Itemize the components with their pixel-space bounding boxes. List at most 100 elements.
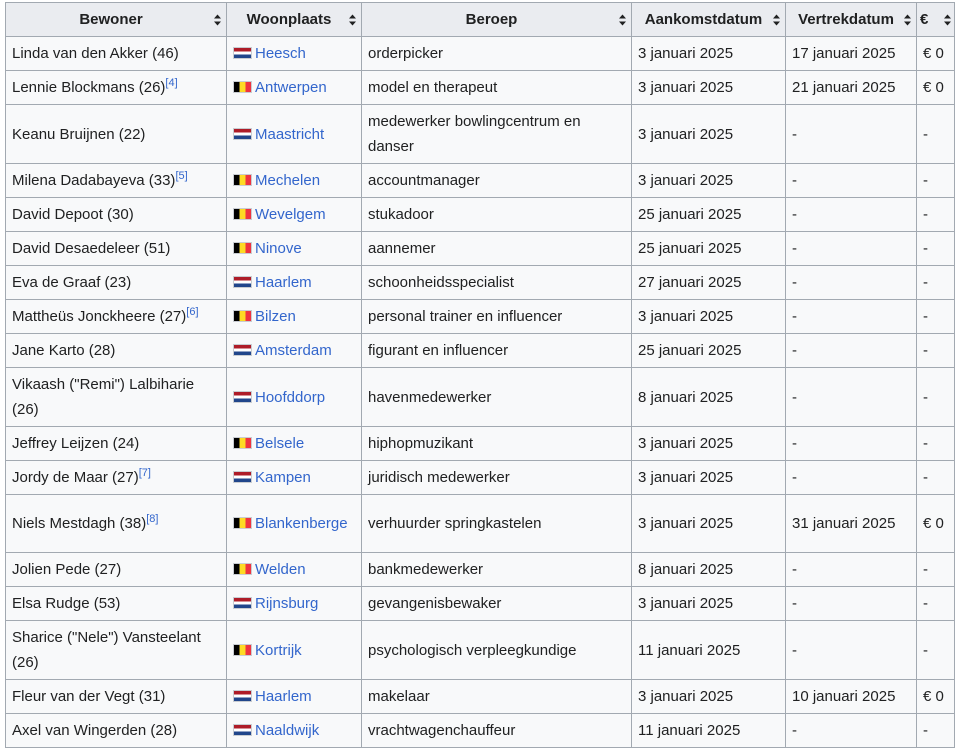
table-row: Niels Mestdagh (38)[8] Blankenberge verhuu… bbox=[5, 494, 955, 553]
arrival-date-cell: 3 januari 2025 bbox=[631, 494, 786, 553]
resident-name-cell: Mattheüs Jonckheere (27)[6] bbox=[5, 299, 227, 334]
place-cell: Ninove bbox=[226, 231, 362, 266]
place-link[interactable]: Ninove bbox=[255, 240, 302, 257]
arrival-date-cell: 25 januari 2025 bbox=[631, 197, 786, 232]
arrival-date-cell: 3 januari 2025 bbox=[631, 70, 786, 105]
place-link[interactable]: Blankenberge bbox=[255, 515, 348, 532]
place-link[interactable]: Kortrijk bbox=[255, 642, 302, 659]
place-link[interactable]: Welden bbox=[255, 561, 306, 578]
place-link[interactable]: Naaldwijk bbox=[255, 722, 319, 739]
belgium-flag-icon bbox=[233, 242, 252, 254]
job-cell: gevangenisbewaker bbox=[361, 586, 632, 621]
arrival-date-cell: 3 januari 2025 bbox=[631, 426, 786, 461]
netherlands-flag-icon bbox=[233, 276, 252, 288]
sort-icon[interactable] bbox=[944, 14, 951, 25]
sort-icon[interactable] bbox=[773, 14, 780, 25]
reference-link[interactable]: [7] bbox=[139, 467, 151, 479]
column-header-aankomstdatum[interactable]: Aankomstdatum bbox=[631, 2, 786, 37]
departure-date-cell: - bbox=[785, 197, 917, 232]
reference-link-text[interactable]: [6] bbox=[186, 306, 198, 318]
place-link[interactable]: Heesch bbox=[255, 45, 306, 62]
place-cell: Belsele bbox=[226, 426, 362, 461]
departure-date-cell: - bbox=[785, 367, 917, 427]
money-cell: € 0 bbox=[916, 70, 955, 105]
belgium-flag-icon bbox=[233, 437, 252, 449]
money-cell: - bbox=[916, 197, 955, 232]
place-cell: Mechelen bbox=[226, 163, 362, 198]
resident-name-cell: Elsa Rudge (53) bbox=[5, 586, 227, 621]
place-link[interactable]: Bilzen bbox=[255, 308, 296, 325]
belgium-flag-icon bbox=[233, 563, 252, 575]
place-link[interactable]: Wevelgem bbox=[255, 206, 326, 223]
place-link[interactable]: Hoofddorp bbox=[255, 389, 325, 406]
reference-link[interactable]: [8] bbox=[146, 513, 158, 525]
sort-icon[interactable] bbox=[214, 14, 221, 25]
departure-date-cell: - bbox=[785, 104, 917, 164]
table-body: Linda van den Akker (46) Heesch orderpicke… bbox=[5, 36, 955, 748]
column-header-bewoner[interactable]: Bewoner bbox=[5, 2, 227, 37]
place-link[interactable]: Haarlem bbox=[255, 688, 312, 705]
job-cell: juridisch medewerker bbox=[361, 460, 632, 495]
arrival-date-cell: 3 januari 2025 bbox=[631, 586, 786, 621]
place-link[interactable]: Belsele bbox=[255, 435, 304, 452]
table-row: Fleur van der Vegt (31) Haarlem makelaar 3 … bbox=[5, 679, 955, 714]
resident-name: Jeffrey Leijzen (24) bbox=[12, 435, 140, 452]
money-cell: - bbox=[916, 552, 955, 587]
column-header-beroep[interactable]: Beroep bbox=[361, 2, 632, 37]
place-link[interactable]: Amsterdam bbox=[255, 342, 332, 359]
resident-name-cell: David Depoot (30) bbox=[5, 197, 227, 232]
resident-name: Keanu Bruijnen (22) bbox=[12, 125, 146, 143]
resident-name-cell: David Desaedeleer (51) bbox=[5, 231, 227, 266]
reference-link-text[interactable]: [5] bbox=[175, 170, 187, 182]
reference-link-text[interactable]: [7] bbox=[139, 467, 151, 479]
place-link[interactable]: Kampen bbox=[255, 469, 311, 486]
reference-link[interactable]: [6] bbox=[186, 306, 198, 318]
arrival-date-cell: 3 januari 2025 bbox=[631, 163, 786, 198]
table-row: Sharice ("Nele") Vansteelant (26) Kortrij… bbox=[5, 620, 955, 680]
arrival-date-cell: 11 januari 2025 bbox=[631, 713, 786, 748]
place-cell: Haarlem bbox=[226, 679, 362, 714]
column-header-vertrekdatum[interactable]: Vertrekdatum bbox=[785, 2, 917, 37]
job-cell: verhuurder springkastelen bbox=[361, 494, 632, 553]
sort-icon[interactable] bbox=[349, 14, 356, 25]
resident-name: Milena Dadabayeva (33) bbox=[12, 172, 176, 189]
place-link[interactable]: Rijnsburg bbox=[255, 595, 318, 612]
departure-date-cell: - bbox=[785, 552, 917, 587]
column-header-label: Beroep bbox=[465, 11, 518, 28]
belgium-flag-icon bbox=[233, 517, 252, 529]
arrival-date-cell: 27 januari 2025 bbox=[631, 265, 786, 300]
column-header-label: Woonplaats bbox=[246, 11, 332, 28]
reference-link[interactable]: [5] bbox=[175, 170, 187, 182]
arrival-date-cell: 8 januari 2025 bbox=[631, 552, 786, 587]
reference-link[interactable]: [4] bbox=[165, 77, 177, 89]
netherlands-flag-icon bbox=[233, 344, 252, 356]
job-cell: medewerker bowlingcentrum en danser bbox=[361, 104, 632, 164]
place-link[interactable]: Maastricht bbox=[255, 126, 324, 143]
money-cell: - bbox=[916, 333, 955, 368]
reference-link-text[interactable]: [4] bbox=[165, 77, 177, 89]
place-cell: Bilzen bbox=[226, 299, 362, 334]
place-cell: Amsterdam bbox=[226, 333, 362, 368]
resident-name-cell: Sharice ("Nele") Vansteelant (26) bbox=[5, 620, 227, 680]
place-link[interactable]: Mechelen bbox=[255, 172, 320, 189]
table-row: Milena Dadabayeva (33)[5] Mechelen account… bbox=[5, 163, 955, 198]
column-header-woonplaats[interactable]: Woonplaats bbox=[226, 2, 362, 37]
job-cell: figurant en influencer bbox=[361, 333, 632, 368]
place-link[interactable]: Antwerpen bbox=[255, 79, 327, 96]
arrival-date-cell: 3 januari 2025 bbox=[631, 679, 786, 714]
resident-name-cell: Milena Dadabayeva (33)[5] bbox=[5, 163, 227, 198]
belgium-flag-icon bbox=[233, 81, 252, 93]
place-cell: Welden bbox=[226, 552, 362, 587]
reference-link-text[interactable]: [8] bbox=[146, 513, 158, 525]
job-cell: makelaar bbox=[361, 679, 632, 714]
column-header-euro[interactable]: € bbox=[916, 2, 955, 37]
table-row: Axel van Wingerden (28) Naaldwijk vrachtwa… bbox=[5, 713, 955, 748]
resident-name-cell: Axel van Wingerden (28) bbox=[5, 713, 227, 748]
place-link[interactable]: Haarlem bbox=[255, 274, 312, 291]
sort-icon[interactable] bbox=[904, 14, 911, 25]
sort-icon[interactable] bbox=[619, 14, 626, 25]
job-cell: havenmedewerker bbox=[361, 367, 632, 427]
money-cell: - bbox=[916, 231, 955, 266]
resident-name-cell: Keanu Bruijnen (22) bbox=[5, 104, 227, 164]
resident-name: Jane Karto (28) bbox=[12, 342, 116, 359]
